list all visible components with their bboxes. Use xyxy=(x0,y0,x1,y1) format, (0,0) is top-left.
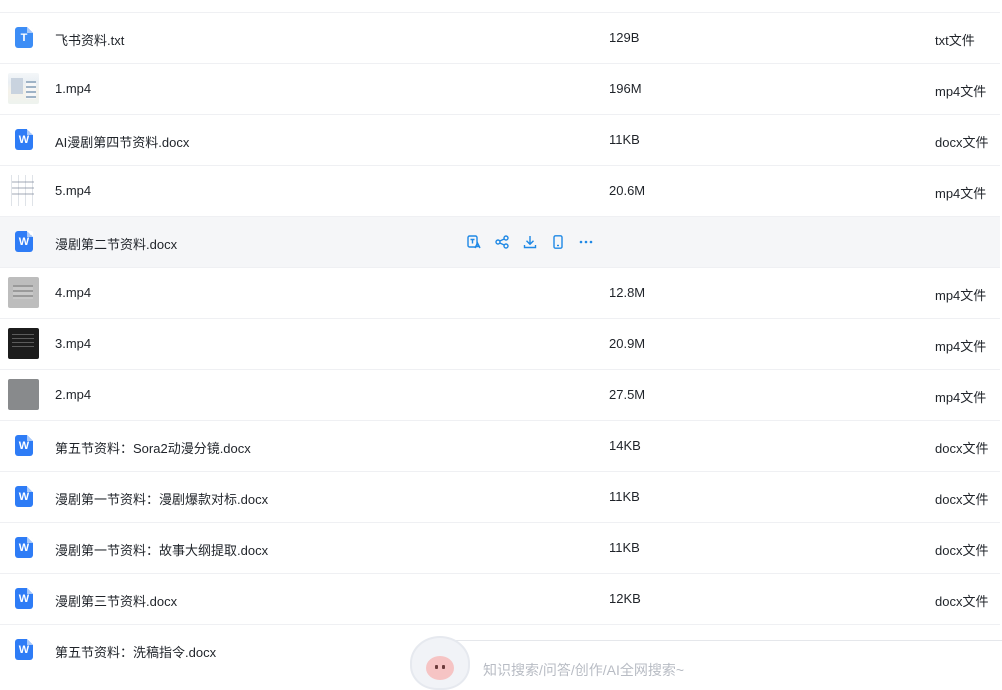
file-name[interactable]: 2.mp4 xyxy=(55,387,91,402)
word-icon: W xyxy=(8,583,39,614)
file-name[interactable]: 漫剧第二节资料.docx xyxy=(55,234,177,253)
file-size: 20.9M xyxy=(609,336,646,351)
word-icon: W xyxy=(8,226,39,257)
file-size: 129B xyxy=(609,30,640,45)
file-type: mp4文件 xyxy=(935,84,987,99)
file-size: 20.6M xyxy=(609,183,646,198)
word-icon: W xyxy=(8,124,39,155)
file-type: docx文件 xyxy=(935,135,989,150)
file-type: docx文件 xyxy=(935,543,989,558)
file-type: mp4文件 xyxy=(935,390,987,405)
more-icon[interactable] xyxy=(577,233,594,250)
file-list: T 飞书资料.txt 129B txt文件 1.mp4 196M mp4文件 W… xyxy=(0,12,1000,675)
file-name[interactable]: 4.mp4 xyxy=(55,285,91,300)
translate-icon[interactable] xyxy=(465,233,482,250)
file-type: docx文件 xyxy=(935,441,989,456)
file-row[interactable]: 4.mp4 12.8M mp4文件 xyxy=(0,267,1000,318)
file-row[interactable]: W 第五节资料：Sora2动漫分镜.docx 14KB docx文件 xyxy=(0,420,1000,471)
row-actions xyxy=(465,233,594,250)
download-icon[interactable] xyxy=(521,233,538,250)
word-icon: W xyxy=(8,430,39,461)
file-name[interactable]: 漫剧第一节资料：漫剧爆款对标.docx xyxy=(55,489,268,508)
video-thumbnail xyxy=(8,175,39,206)
video-thumbnail xyxy=(8,277,39,308)
file-name[interactable]: 1.mp4 xyxy=(55,81,91,96)
file-size: 196M xyxy=(609,81,642,96)
file-name[interactable]: 5.mp4 xyxy=(55,183,91,198)
assistant-placeholder[interactable]: 知识搜索/问答/创作/AI全网搜索~ xyxy=(483,660,684,680)
video-thumbnail xyxy=(8,379,39,410)
file-row[interactable]: 5.mp4 20.6M mp4文件 xyxy=(0,165,1000,216)
file-row[interactable]: W 漫剧第一节资料：故事大纲提取.docx 11KB docx文件 xyxy=(0,522,1000,573)
txt-icon: T xyxy=(8,22,39,53)
share-icon[interactable] xyxy=(493,233,510,250)
ai-assistant-bar: 知识搜索/问答/创作/AI全网搜索~ xyxy=(408,632,1002,690)
video-thumbnail xyxy=(8,73,39,104)
file-type: docx文件 xyxy=(935,594,989,609)
file-row[interactable]: T 飞书资料.txt 129B txt文件 xyxy=(0,12,1000,63)
file-row[interactable]: W 漫剧第一节资料：漫剧爆款对标.docx 11KB docx文件 xyxy=(0,471,1000,522)
file-size: 11KB xyxy=(609,540,640,555)
file-type: docx文件 xyxy=(935,492,989,507)
file-name[interactable]: 第五节资料：Sora2动漫分镜.docx xyxy=(55,438,251,457)
file-row[interactable]: 2.mp4 27.5M mp4文件 xyxy=(0,369,1000,420)
file-row-hovered[interactable]: W 漫剧第二节资料.docx xyxy=(0,216,1000,267)
file-size: 12.8M xyxy=(609,285,646,300)
file-size: 14KB xyxy=(609,438,641,453)
file-size: 12KB xyxy=(609,591,641,606)
file-name[interactable]: 3.mp4 xyxy=(55,336,91,351)
file-type: txt文件 xyxy=(935,33,975,48)
file-row[interactable]: 3.mp4 20.9M mp4文件 xyxy=(0,318,1000,369)
file-name[interactable]: 漫剧第三节资料.docx xyxy=(55,591,177,610)
assistant-mascot-icon[interactable] xyxy=(410,636,470,690)
file-name[interactable]: 漫剧第一节资料：故事大纲提取.docx xyxy=(55,540,268,559)
file-row[interactable]: 1.mp4 196M mp4文件 xyxy=(0,63,1000,114)
file-name[interactable]: 第五节资料：洗稿指令.docx xyxy=(55,642,216,661)
file-size: 27.5M xyxy=(609,387,646,402)
file-type: mp4文件 xyxy=(935,288,987,303)
phone-icon[interactable] xyxy=(549,233,566,250)
file-type: mp4文件 xyxy=(935,186,987,201)
file-type: mp4文件 xyxy=(935,339,987,354)
file-row[interactable]: W AI漫剧第四节资料.docx 11KB docx文件 xyxy=(0,114,1000,165)
file-name[interactable]: AI漫剧第四节资料.docx xyxy=(55,132,189,151)
word-icon: W xyxy=(8,481,39,512)
file-row[interactable]: W 漫剧第三节资料.docx 12KB docx文件 xyxy=(0,573,1000,624)
file-name[interactable]: 飞书资料.txt xyxy=(55,30,124,49)
word-icon: W xyxy=(8,634,39,665)
file-size: 11KB xyxy=(609,489,640,504)
file-size: 11KB xyxy=(609,132,640,147)
word-icon: W xyxy=(8,532,39,563)
video-thumbnail xyxy=(8,328,39,359)
